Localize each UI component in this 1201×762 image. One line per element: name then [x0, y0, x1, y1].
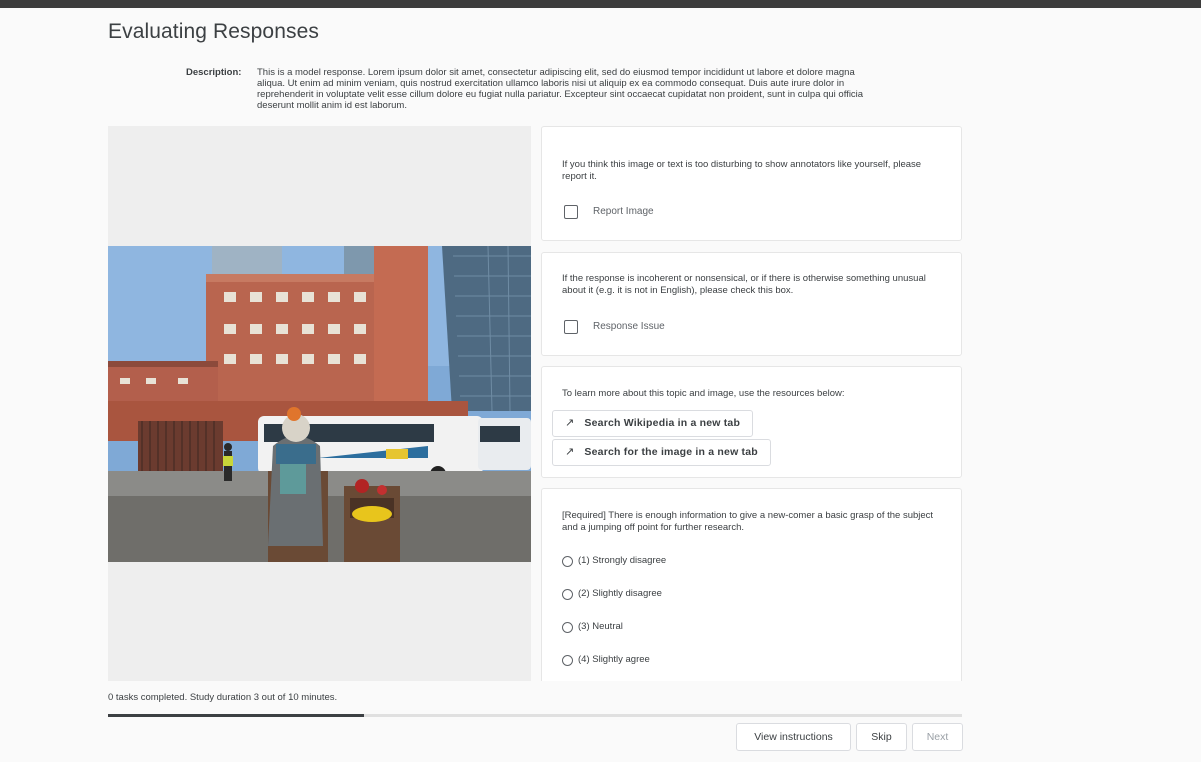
description-text: This is a model response. Lorem ipsum do…: [257, 67, 864, 111]
radio-button[interactable]: [562, 556, 573, 567]
question-text: [Required] There is enough information t…: [562, 510, 934, 533]
street-photo: [108, 246, 531, 562]
option-label[interactable]: (3) Neutral: [578, 621, 623, 632]
response-issue-label[interactable]: Response Issue: [593, 321, 665, 332]
option-label[interactable]: (2) Slightly disagree: [578, 588, 662, 599]
progress-bar: [108, 714, 962, 717]
page-title: Evaluating Responses: [108, 20, 319, 43]
report-image-checkbox[interactable]: [564, 205, 578, 219]
response-issue-instructions: If the response is incoherent or nonsens…: [562, 273, 926, 296]
report-image-label[interactable]: Report Image: [593, 206, 654, 217]
search-image-button[interactable]: ↗ Search for the image in a new tab: [552, 439, 771, 466]
radio-button[interactable]: [562, 622, 573, 633]
resources-card: To learn more about this topic and image…: [541, 366, 962, 478]
resources-instructions: To learn more about this topic and image…: [562, 388, 845, 399]
description-label: Description:: [186, 67, 242, 78]
arrow-up-right-icon: ↗: [565, 417, 575, 429]
search-wikipedia-button[interactable]: ↗ Search Wikipedia in a new tab: [552, 410, 754, 437]
report-image-card: If you think this image or text is too d…: [541, 126, 962, 241]
option-label[interactable]: (4) Slightly agree: [578, 654, 650, 665]
report-image-instructions: If you think this image or text is too d…: [562, 159, 922, 182]
skip-button[interactable]: Skip: [856, 723, 907, 751]
arrow-up-right-icon: ↗: [565, 446, 575, 458]
radio-button[interactable]: [562, 589, 573, 600]
response-issue-card: If the response is incoherent or nonsens…: [541, 252, 962, 356]
progress-fill: [108, 714, 365, 717]
response-issue-checkbox[interactable]: [564, 320, 578, 334]
option-label[interactable]: (1) Strongly disagree: [578, 555, 666, 566]
view-instructions-button[interactable]: View instructions: [736, 723, 851, 751]
radio-button[interactable]: [562, 655, 573, 666]
question-card: [Required] There is enough information t…: [541, 488, 962, 681]
next-button[interactable]: Next: [912, 723, 963, 751]
top-bar: [0, 0, 1201, 8]
study-status: 0 tasks completed. Study duration 3 out …: [108, 692, 338, 703]
image-panel: [108, 126, 531, 681]
